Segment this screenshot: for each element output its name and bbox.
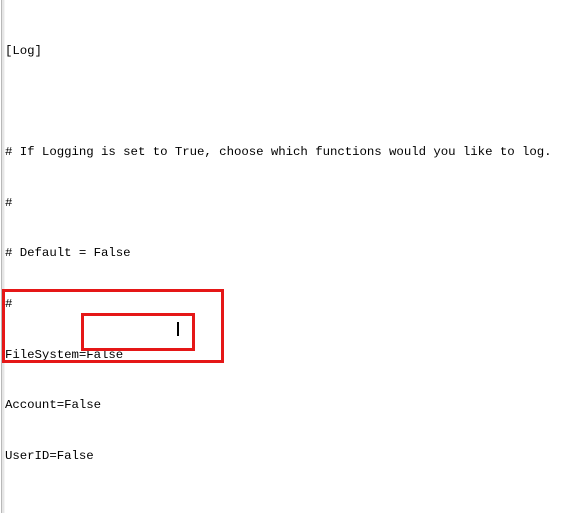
text-cursor bbox=[177, 322, 179, 336]
code-line[interactable] bbox=[5, 95, 584, 110]
code-line[interactable]: [Log] bbox=[5, 44, 584, 59]
code-line[interactable]: # If Logging is set to True, choose whic… bbox=[5, 145, 584, 160]
code-line[interactable]: FileSystem=False bbox=[5, 348, 584, 363]
window-left-bevel bbox=[0, 0, 5, 513]
code-line[interactable]: Account=False bbox=[5, 398, 584, 413]
code-line[interactable] bbox=[5, 499, 584, 513]
code-line[interactable]: UserID=False bbox=[5, 449, 584, 464]
code-line[interactable]: # bbox=[5, 196, 584, 211]
text-document-area[interactable]: [Log] # If Logging is set to True, choos… bbox=[5, 8, 584, 513]
text-editor-window: [Log] # If Logging is set to True, choos… bbox=[0, 0, 584, 513]
code-line[interactable]: # bbox=[5, 297, 584, 312]
code-line[interactable]: # Default = False bbox=[5, 246, 584, 261]
